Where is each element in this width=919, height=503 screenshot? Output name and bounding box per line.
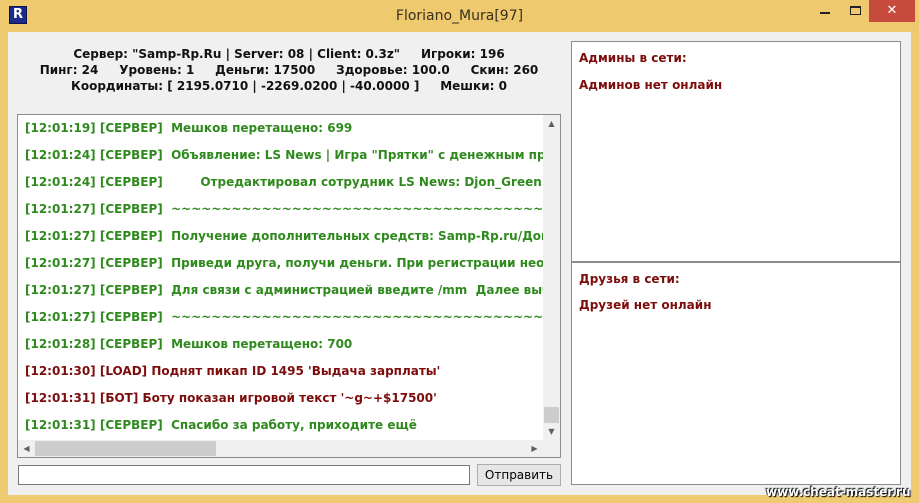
chevron-right-icon[interactable]: ▶ — [526, 440, 543, 457]
chat-lines: [12:01:19] [СЕРВЕР] Мешков перетащено: 6… — [18, 115, 543, 440]
window-title: Floriano_Mura[97] — [395, 8, 524, 24]
chevron-up-icon[interactable]: ▲ — [543, 115, 560, 132]
chat-line: [12:01:27] [СЕРВЕР] Приведи друга, получ… — [25, 256, 543, 270]
chevron-left-icon[interactable]: ◀ — [18, 440, 35, 457]
chevron-down-icon[interactable]: ▼ — [543, 423, 560, 440]
status-line-server: Сервер: "Samp-Rp.Ru | Server: 08 | Clien… — [73, 47, 505, 61]
chat-horizontal-scrollbar[interactable]: ◀ ▶ — [18, 440, 543, 457]
chat-line: [12:01:19] [СЕРВЕР] Мешков перетащено: 6… — [25, 121, 353, 135]
friends-empty-text: Друзей нет онлайн — [579, 298, 712, 312]
chat-line: [12:01:31] [СЕРВЕР] Спасибо за работу, п… — [25, 418, 417, 432]
chat-vertical-scrollbar[interactable]: ▲ ▼ — [543, 115, 560, 440]
chat-line: [12:01:24] [СЕРВЕР] Объявление: LS News … — [25, 148, 543, 162]
admins-empty-text: Админов нет онлайн — [579, 78, 723, 92]
chat-line: [12:01:27] [СЕРВЕР] Получение дополнител… — [25, 229, 543, 243]
client-area: Сервер: "Samp-Rp.Ru | Server: 08 | Clien… — [8, 32, 911, 495]
title-bar[interactable]: R Floriano_Mura[97] ✕ — [0, 0, 919, 32]
friends-panel: Друзья в сети: Друзей нет онлайн — [571, 262, 901, 485]
horizontal-scroll-thumb[interactable] — [35, 441, 216, 456]
friends-title: Друзья в сети: — [579, 272, 680, 286]
admins-title: Админы в сети: — [579, 51, 687, 65]
maximize-icon — [850, 6, 861, 15]
watermark: www.cheat-master.ru — [766, 485, 911, 499]
minimize-icon — [820, 12, 830, 14]
chat-line: [12:01:24] [СЕРВЕР] Отредактировал сотру… — [25, 175, 542, 189]
vertical-scroll-thumb[interactable] — [544, 407, 559, 423]
chat-line: [12:01:27] [СЕРВЕР] ~~~~~~~~~~~~~~~~~~~~… — [25, 202, 543, 216]
minimize-button[interactable] — [808, 0, 842, 22]
status-line-player: Пинг: 24 Уровень: 1 Деньги: 17500 Здоров… — [39, 63, 539, 77]
chat-line: [12:01:30] [LOAD] Поднят пикап ID 1495 '… — [25, 364, 441, 378]
close-button[interactable]: ✕ — [869, 0, 915, 22]
chat-line: [12:01:27] [СЕРВЕР] Для связи с админист… — [25, 283, 543, 297]
server-status: Сервер: "Samp-Rp.Ru | Server: 08 | Clien… — [8, 46, 570, 94]
scroll-corner — [543, 440, 560, 457]
chat-line: [12:01:28] [СЕРВЕР] Мешков перетащено: 7… — [25, 337, 353, 351]
app-window: R Floriano_Mura[97] ✕ Сервер: "Samp-Rp.R… — [0, 0, 919, 503]
status-line-coords: Координаты: [ 2195.0710 | -2269.0200 | -… — [71, 79, 507, 93]
chat-line: [12:01:31] [БОТ] Боту показан игровой те… — [25, 391, 437, 405]
chat-log[interactable]: [12:01:19] [СЕРВЕР] Мешков перетащено: 6… — [17, 114, 561, 458]
maximize-button[interactable] — [842, 0, 869, 22]
send-button[interactable]: Отправить — [477, 464, 561, 486]
close-icon: ✕ — [886, 3, 898, 18]
chat-line: [12:01:27] [СЕРВЕР] ~~~~~~~~~~~~~~~~~~~~… — [25, 310, 543, 324]
admins-panel: Админы в сети: Админов нет онлайн — [571, 41, 901, 262]
message-input[interactable] — [18, 465, 470, 485]
